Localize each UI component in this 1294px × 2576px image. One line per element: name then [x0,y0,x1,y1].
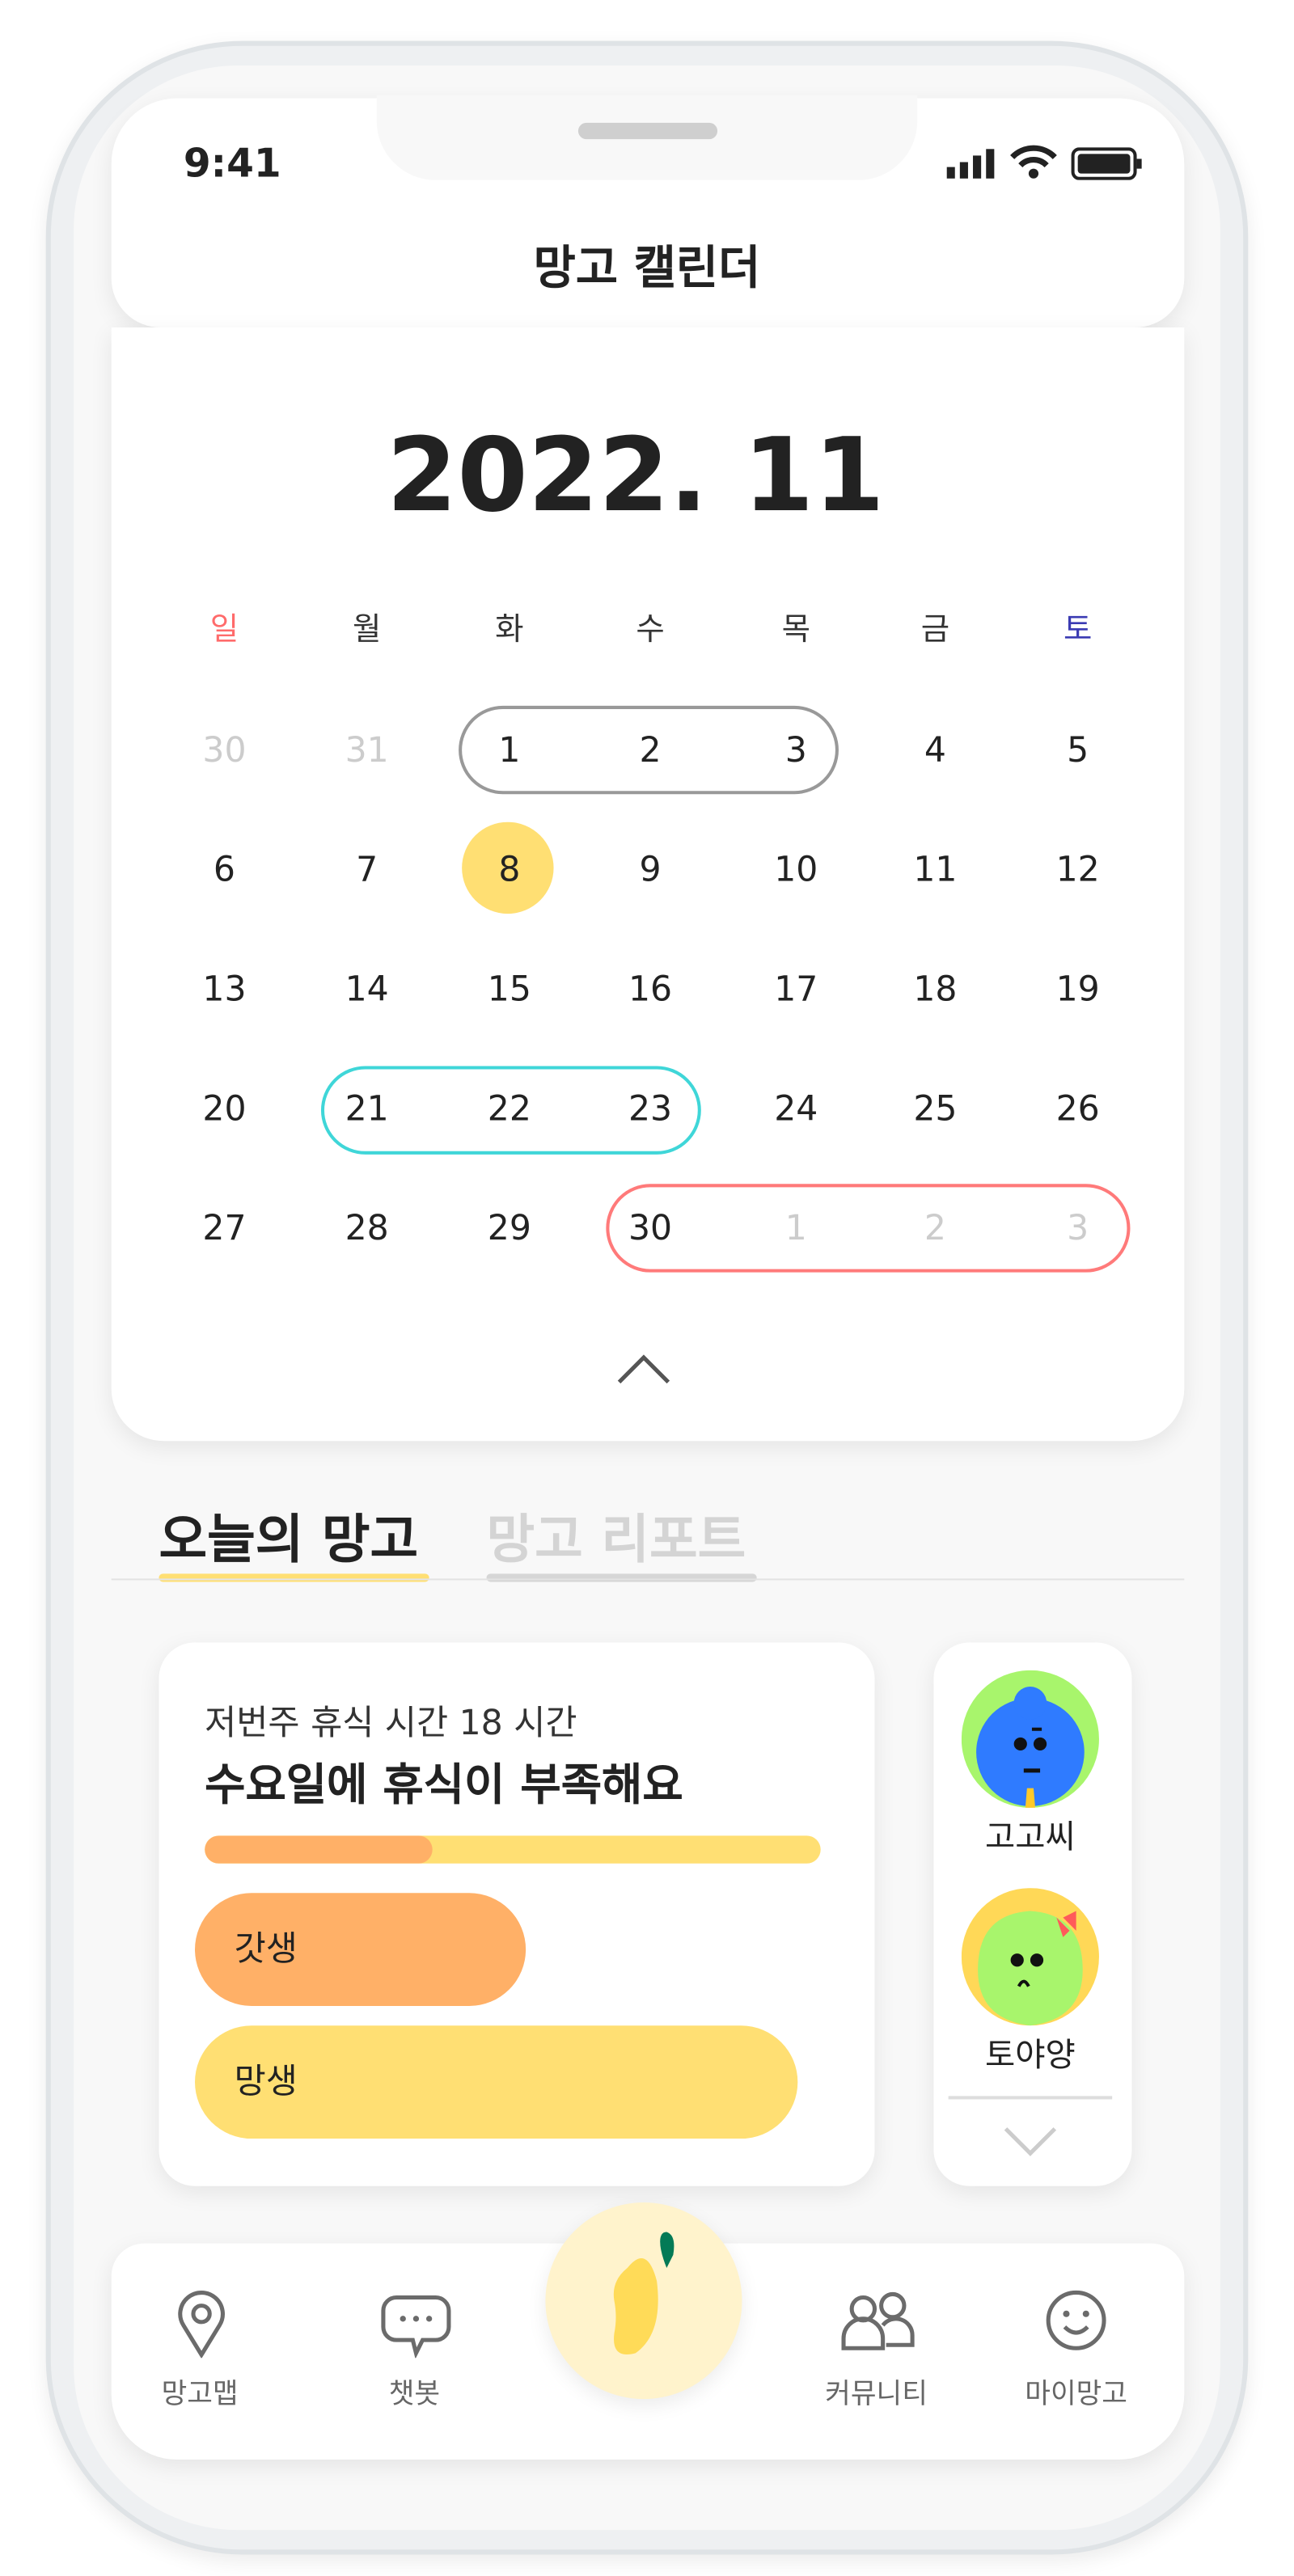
calendar-day[interactable]: 3 [785,730,807,770]
calendar-day[interactable]: 7 [356,850,378,889]
weekday-label: 금 [920,611,950,648]
calendar-day[interactable]: 19 [1056,969,1100,1009]
nav-mymango-label[interactable]: 마이망고 [1025,2379,1127,2412]
calendar-day[interactable]: 1 [785,1209,807,1248]
calendar-month[interactable]: 2022. 11 [387,415,885,534]
tab-underline-active [159,1573,429,1582]
weekday-label: 일 [209,611,239,648]
calendar-day[interactable]: 23 [628,1089,672,1129]
signal-icon [946,147,996,187]
calendar-day[interactable]: 30 [202,730,246,770]
nav-community-label[interactable]: 커뮤니티 [825,2379,928,2412]
calendar-day[interactable]: 16 [628,969,672,1009]
weekday-label: 토 [1063,611,1093,648]
life-bar-0[interactable]: 갓생 [195,1893,526,2006]
nav-label[interactable]: 커뮤니티 [825,2371,928,2412]
calendar-day[interactable]: 18 [913,969,957,1009]
avatar-toyayang[interactable] [961,1888,1099,2032]
nav-label[interactable]: 마이망고 [1025,2371,1127,2412]
wifi-icon [1009,144,1059,187]
nav-label[interactable]: 망고맵 [162,2371,239,2412]
calendar-day[interactable]: 30 [628,1209,672,1248]
calendar-day[interactable]: 8 [498,850,520,889]
calendar-day[interactable]: 2 [639,730,661,770]
weekday-label: 목 [781,611,811,648]
tab-today-mango[interactable]: 오늘의 망고 [159,1498,418,1573]
calendar-day[interactable]: 26 [1056,1089,1100,1129]
calendar-day[interactable]: 25 [913,1089,957,1129]
rest-insight-title: 수요일에 휴식이 부족해요 [205,1760,683,1811]
calendar-day[interactable]: 28 [345,1209,389,1248]
friends-divider [948,2096,1113,2100]
life-bar-label: 갓생 [234,1928,298,1969]
life-bar-1[interactable]: 망생 [195,2025,798,2139]
calendar-day[interactable]: 4 [924,730,946,770]
calendar-day[interactable]: 15 [488,969,531,1009]
calendar-day[interactable]: 9 [639,850,661,889]
weekday-label: 월 [352,611,382,648]
battery-icon [1071,147,1144,187]
friend-name[interactable]: 토야양 [985,2028,1076,2076]
tab-divider [111,1578,1185,1581]
calendar-day[interactable]: 27 [202,1209,246,1248]
map-pin-icon[interactable] [174,2289,230,2364]
calendar-day[interactable]: 24 [774,1089,818,1129]
calendar-day[interactable]: 21 [345,1089,389,1129]
chevron-up-icon[interactable] [616,1353,672,1392]
avatar-gogossi[interactable] [961,1670,1099,1814]
calendar-day[interactable]: 5 [1067,730,1089,770]
tab-mango-report[interactable]: 망고 리포트 [487,1498,746,1573]
smile-icon[interactable] [1045,2289,1107,2358]
friend-name[interactable]: 고고씨 [985,1810,1076,1858]
rest-hours-subtitle: 저번주 휴식 시간 18 시간 [205,1703,577,1742]
weekday-label: 화 [495,611,524,648]
nav-mangomap-label[interactable]: 망고맵 [162,2379,239,2412]
event-range-red[interactable] [606,1184,1131,1273]
nav-label[interactable]: 챗봇 [389,2371,440,2412]
rest-progress-fill [205,1835,433,1864]
calendar-day[interactable]: 22 [488,1089,531,1129]
calendar-day[interactable]: 12 [1056,850,1100,889]
speaker [577,122,718,140]
nav-chatbot-label[interactable]: 챗봇 [389,2379,440,2412]
calendar-day[interactable]: 13 [202,969,246,1009]
status-time: 9:41 [183,141,281,187]
chat-bubble-icon[interactable] [380,2292,452,2364]
mango-icon [613,2232,674,2354]
nav-mango-home-button[interactable] [545,2202,742,2400]
chevron-down-icon[interactable] [1002,2124,1058,2164]
life-bar-label: 망생 [234,2061,298,2101]
rest-progress-bar [205,1835,821,1864]
weekday-label: 수 [636,611,665,648]
page-title: 망고 캘린더 [533,240,761,295]
calendar-day[interactable]: 10 [774,850,818,889]
calendar-day[interactable]: 17 [774,969,818,1009]
calendar-day[interactable]: 1 [498,730,520,770]
calendar-day[interactable]: 31 [345,730,389,770]
calendar-day[interactable]: 29 [488,1209,531,1248]
people-icon[interactable] [840,2289,916,2358]
tab-underline-inactive [486,1573,757,1582]
calendar-day[interactable]: 11 [913,850,957,889]
calendar-day[interactable]: 6 [214,850,235,889]
calendar-day[interactable]: 2 [924,1209,946,1248]
calendar-day[interactable]: 14 [345,969,389,1009]
calendar-day[interactable]: 20 [202,1089,246,1129]
calendar-day[interactable]: 3 [1067,1209,1089,1248]
